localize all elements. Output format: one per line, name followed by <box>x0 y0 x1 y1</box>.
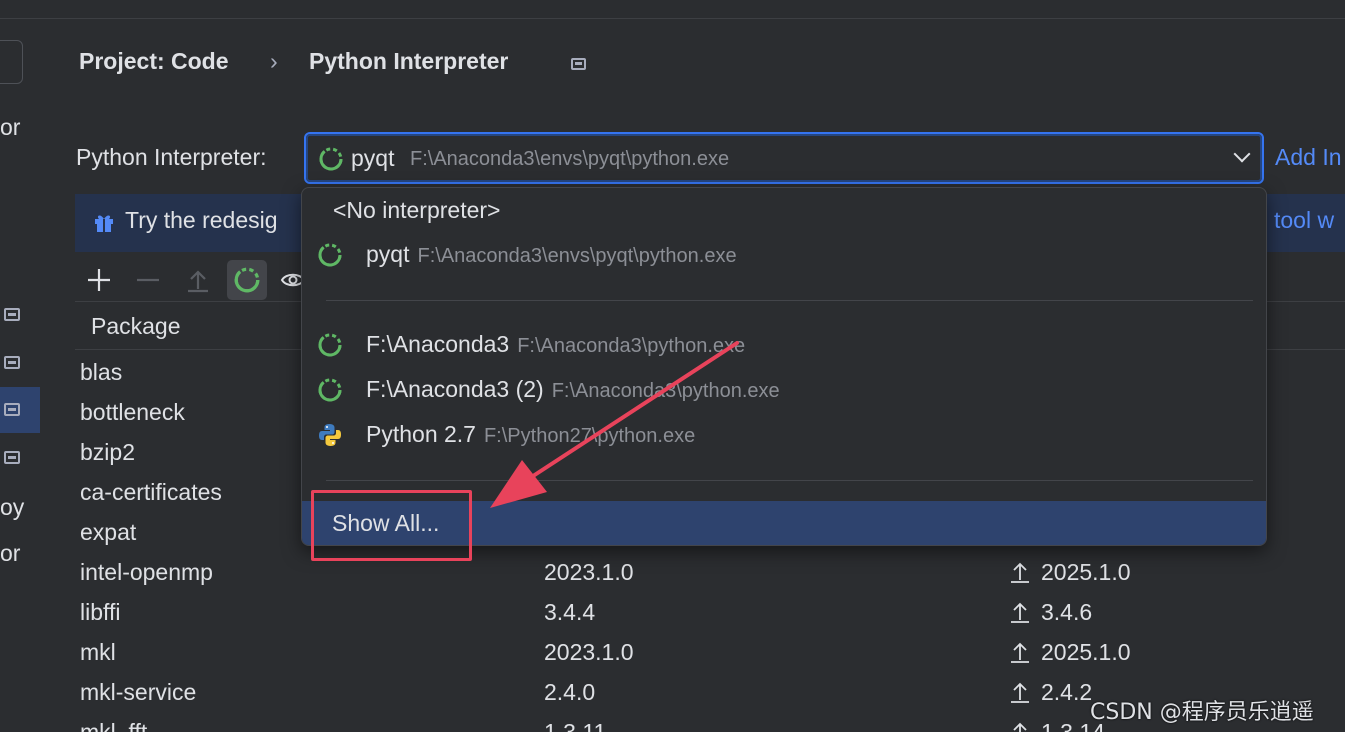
conda-icon <box>318 333 342 357</box>
interpreter-label: Python Interpreter: <box>76 144 267 170</box>
upgrade-available-icon <box>1011 562 1029 583</box>
settings-search-input[interactable] <box>0 40 23 84</box>
interpreter-option[interactable]: pyqt F:\Anaconda3\envs\pyqt\python.exe <box>302 233 1266 277</box>
tree-item-icon <box>4 451 20 464</box>
interpreter-option-path: F:\Anaconda3\envs\pyqt\python.exe <box>417 245 737 267</box>
package-name: libffi <box>80 599 121 625</box>
table-row[interactable]: mkl 2023.1.0 2025.1.0 <box>75 633 1345 673</box>
separator <box>326 480 1253 481</box>
interpreter-option[interactable]: F:\Anaconda3 (2) F:\Anaconda3\python.exe <box>302 368 1266 412</box>
annotation-highlight-box <box>311 490 472 561</box>
upgrade-package-button[interactable] <box>178 260 218 300</box>
package-latest: 2025.1.0 <box>1009 559 1131 586</box>
upgrade-available-icon <box>1011 682 1029 703</box>
table-row[interactable]: intel-openmp 2023.1.0 2025.1.0 <box>75 553 1345 593</box>
interpreter-option[interactable]: Python 2.7 F:\Python27\python.exe <box>302 413 1266 457</box>
add-interpreter-link[interactable]: Add In <box>1275 144 1342 171</box>
tree-label-fragment[interactable]: or <box>0 114 20 141</box>
python-icon <box>319 424 341 446</box>
plus-icon <box>88 269 110 291</box>
latest-version: 2025.1.0 <box>1041 639 1131 665</box>
package-version: 1.3.11 <box>544 719 607 732</box>
package-name: mkl-service <box>80 679 197 705</box>
upgrade-available-icon <box>1011 602 1029 623</box>
package-name: expat <box>80 519 137 545</box>
latest-version: 2025.1.0 <box>1041 559 1131 585</box>
tree-item-icon <box>4 403 20 416</box>
package-version: 2.4.0 <box>544 679 596 705</box>
package-name: ca-certificates <box>80 479 222 505</box>
package-name: bzip2 <box>80 439 135 465</box>
interpreter-option-label: F:\Anaconda3 (2) F:\Anaconda3\python.exe <box>366 376 780 403</box>
settings-tree: or oy or <box>0 20 40 732</box>
upgrade-available-icon <box>1011 642 1029 663</box>
interpreter-option-label: F:\Anaconda3 F:\Anaconda3\python.exe <box>366 331 745 358</box>
interpreter-option-name: F:\Anaconda3 <box>366 331 510 357</box>
package-latest: 3.4.6 <box>1009 599 1092 626</box>
conda-icon <box>234 267 260 293</box>
package-version: 2023.1.0 <box>544 639 634 665</box>
package-name: mkl <box>80 639 116 665</box>
tree-label-fragment[interactable]: oy <box>0 494 24 521</box>
conda-icon <box>319 147 343 171</box>
package-version: 3.4.4 <box>544 599 596 625</box>
latest-version: 3.4.6 <box>1041 599 1093 625</box>
package-name: bottleneck <box>80 399 185 425</box>
page-title: Python Interpreter <box>309 48 509 74</box>
package-latest: 2.4.2 <box>1009 679 1092 706</box>
selected-interpreter-name: pyqt <box>351 145 395 171</box>
tree-label-fragment[interactable]: or <box>0 540 20 567</box>
latest-version: 2.4.2 <box>1041 679 1093 705</box>
remove-package-button[interactable] <box>128 260 168 300</box>
upgrade-available-icon <box>1013 722 1027 732</box>
selected-interpreter-path: F:\Anaconda3\envs\pyqt\python.exe <box>410 148 730 170</box>
no-interpreter-label: <No interpreter> <box>333 197 501 223</box>
project-scope-icon <box>571 58 586 70</box>
conda-toggle-button[interactable] <box>227 260 267 300</box>
separator <box>326 300 1253 301</box>
interpreter-option-label: pyqt F:\Anaconda3\envs\pyqt\python.exe <box>366 241 737 268</box>
minus-icon <box>137 278 159 282</box>
table-row[interactable]: libffi 3.4.4 3.4.6 <box>75 593 1345 633</box>
conda-icon <box>318 243 342 267</box>
package-version: 2023.1.0 <box>544 559 634 585</box>
add-package-button[interactable] <box>79 260 119 300</box>
no-interpreter-option[interactable]: <No interpreter> <box>302 188 1266 232</box>
top-bar <box>0 0 1345 19</box>
interpreter-option-name: pyqt <box>366 241 410 267</box>
watermark: CSDN @程序员乐逍遥 <box>1090 700 1314 725</box>
column-header-package[interactable]: Package <box>91 313 181 340</box>
conda-icon <box>318 378 342 402</box>
interpreter-option-path: F:\Python27\python.exe <box>483 425 696 447</box>
tree-item-icon <box>4 356 20 369</box>
tree-item-icon <box>4 308 20 321</box>
upgrade-icon <box>188 270 208 293</box>
breadcrumb-separator: › <box>270 48 278 74</box>
interpreter-option-path: F:\Anaconda3\python.exe <box>551 380 780 402</box>
gift-icon <box>95 215 113 232</box>
interpreter-combobox[interactable]: pyqt F:\Anaconda3\envs\pyqt\python.exe <box>304 132 1264 184</box>
breadcrumb-project[interactable]: Project: Code <box>79 48 229 75</box>
package-name: blas <box>80 359 123 385</box>
package-name: intel-openmp <box>80 559 213 585</box>
banner-text: Try the redesig <box>125 207 278 233</box>
interpreter-option-name: F:\Anaconda3 (2) <box>366 376 544 402</box>
banner-link[interactable]: tool w <box>1274 207 1334 234</box>
interpreter-option-name: Python 2.7 <box>366 421 476 447</box>
interpreter-option-label: Python 2.7 F:\Python27\python.exe <box>366 421 695 448</box>
interpreter-option[interactable]: F:\Anaconda3 F:\Anaconda3\python.exe <box>302 323 1266 367</box>
package-name: mkl_fft <box>80 719 148 732</box>
interpreter-option-path: F:\Anaconda3\python.exe <box>517 335 746 357</box>
package-latest: 2025.1.0 <box>1009 639 1131 666</box>
